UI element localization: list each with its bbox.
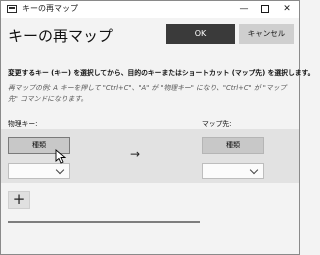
horizontal-scrollbar[interactable] [8, 221, 200, 223]
mapped-to-type-button[interactable]: 種類 [202, 137, 264, 154]
physical-key-dropdown[interactable] [8, 163, 70, 179]
title-bar: キーの再マップ — ✕ [1, 1, 299, 18]
remap-keys-window: キーの再マップ — ✕ キーの再マップ OK キャンセル 変更するキー (キー)… [0, 0, 314, 255]
cancel-button[interactable]: キャンセル [239, 24, 294, 44]
page-title: キーの再マップ [8, 27, 114, 45]
right-arrow-icon: → [130, 147, 141, 161]
maximize-button[interactable] [254, 1, 276, 18]
physical-key-label: 物理キー: [8, 120, 38, 128]
ok-button[interactable]: OK [166, 24, 235, 44]
chevron-down-icon [249, 165, 259, 175]
mapped-to-dropdown[interactable] [202, 163, 264, 179]
app-window-icon [7, 5, 17, 13]
add-mapping-button[interactable]: + [8, 191, 30, 209]
example-text: 再マップの例: A キーを押して "Ctrl+C"、"A" が "物理キー" に… [8, 84, 287, 103]
mapped-to-label: マップ先: [202, 120, 232, 128]
chevron-down-icon [55, 165, 65, 175]
maximize-icon [261, 4, 269, 13]
instruction-text: 変更するキー (キー) を選択してから、目的のキーまたはショートカット (マップ… [8, 69, 315, 77]
mouse-pointer-icon [55, 149, 67, 164]
minimize-button[interactable]: — [233, 1, 255, 18]
close-button[interactable]: ✕ [276, 1, 298, 18]
window-title: キーの再マップ [22, 4, 78, 13]
